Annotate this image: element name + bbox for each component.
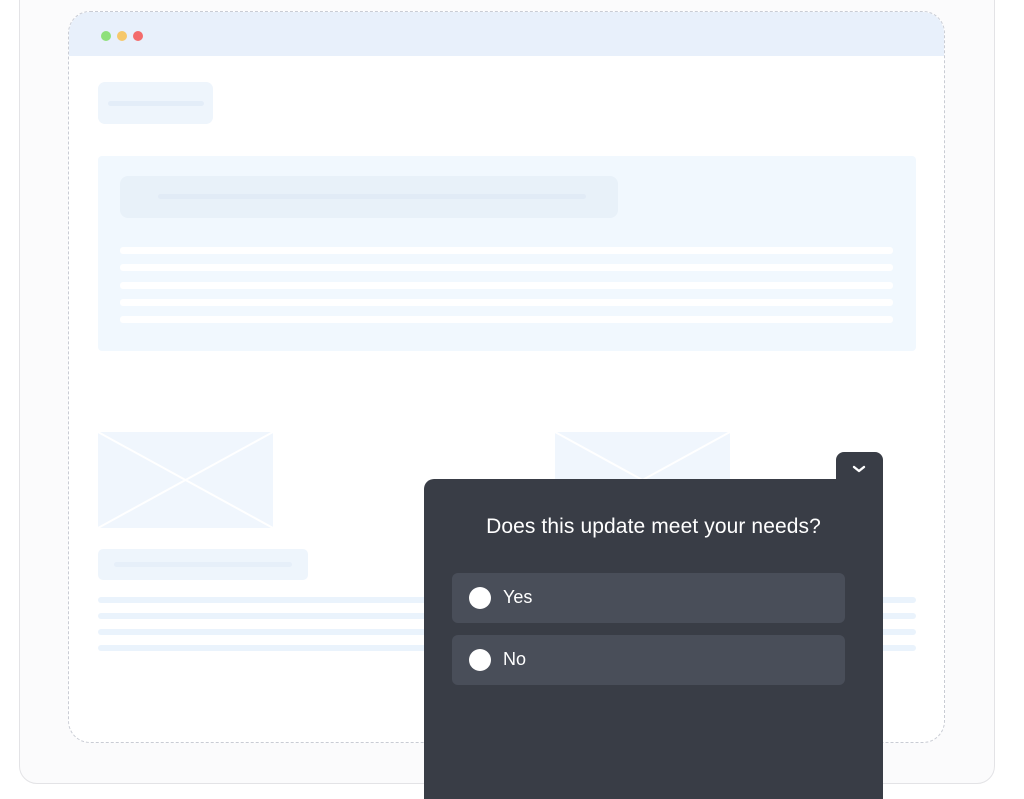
browser-title-bar <box>69 12 944 56</box>
option-label: Yes <box>503 587 533 607</box>
survey-widget: Does this update meet your needs? Yes No <box>424 479 883 799</box>
window-red-dot <box>133 31 143 41</box>
radio-icon[interactable] <box>469 649 491 671</box>
radio-icon[interactable] <box>469 587 491 609</box>
hero-title-placeholder <box>120 176 618 218</box>
survey-option-no[interactable]: No <box>452 635 845 685</box>
logo-placeholder <box>98 82 213 124</box>
option-label: No <box>503 649 527 669</box>
survey-option-yes[interactable]: Yes <box>452 573 845 623</box>
chevron-down-icon <box>852 465 866 473</box>
window-yellow-dot <box>117 31 127 41</box>
caption-placeholder <box>98 549 308 580</box>
image-placeholder <box>98 432 273 528</box>
survey-question: Does this update meet your needs? <box>486 515 821 538</box>
hero-placeholder <box>98 156 916 351</box>
window-green-dot <box>101 31 111 41</box>
